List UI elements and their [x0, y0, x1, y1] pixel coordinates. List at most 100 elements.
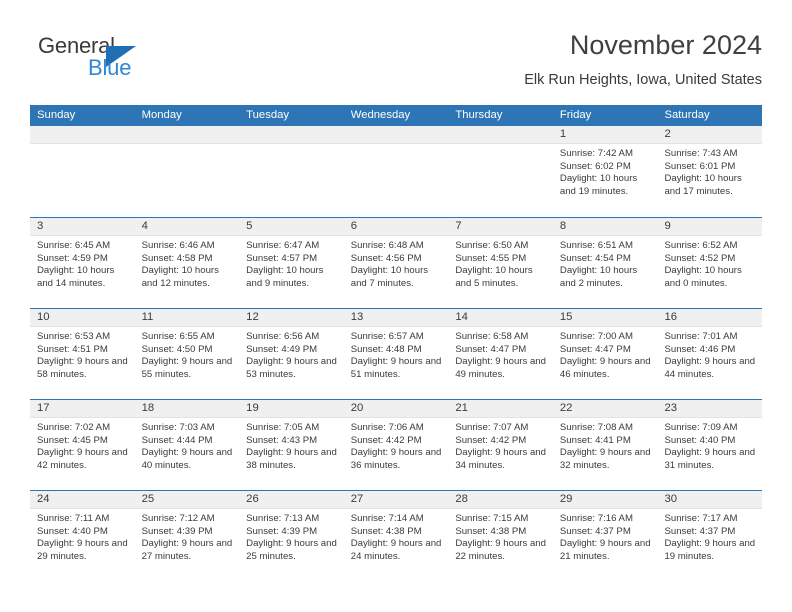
daylight-text: Daylight: 10 hours and 2 minutes. [559, 265, 638, 289]
sunset-text: Sunset: 4:38 PM [455, 525, 527, 537]
sunrise-text: Sunrise: 6:56 AM [246, 331, 320, 342]
day-sun-info: Sunrise: 7:43 AM Sunset: 6:01 PM Daylight:… [657, 144, 762, 198]
sunrise-text: Sunrise: 6:55 AM [141, 331, 215, 342]
calendar-day-cell[interactable]: 19 Sunrise: 7:05 AM Sunset: 4:43 PM Dayligh… [239, 400, 344, 490]
calendar-day-cell[interactable]: 6 Sunrise: 6:48 AM Sunset: 4:56 PM Daylight… [343, 218, 449, 308]
sunset-text: Sunset: 4:46 PM [664, 343, 736, 355]
day-number: 28 [455, 493, 468, 505]
day-number: 25 [141, 493, 155, 505]
day-number-band: 29 [552, 491, 658, 509]
calendar-day-cell[interactable]: 9 Sunrise: 6:52 AM Sunset: 4:52 PM Daylight… [657, 218, 763, 308]
calendar-day-cell[interactable]: 26 Sunrise: 7:13 AM Sunset: 4:39 PM Dayligh… [239, 491, 344, 581]
sunrise-text: Sunrise: 7:13 AM [246, 513, 320, 524]
day-sun-info: Sunrise: 7:01 AM Sunset: 4:46 PM Daylight:… [657, 327, 762, 381]
calendar-day-cell[interactable]: 8 Sunrise: 6:51 AM Sunset: 4:54 PM Daylight… [552, 218, 658, 308]
day-number-band: 27 [343, 491, 449, 509]
daylight-text: Daylight: 10 hours and 0 minutes. [664, 265, 742, 289]
day-number-band: 24 [30, 491, 135, 509]
day-sun-info: Sunrise: 7:05 AM Sunset: 4:43 PM Daylight:… [239, 418, 344, 472]
day-number-band: 5 [239, 218, 344, 236]
sunset-text: Sunset: 4:37 PM [664, 525, 736, 537]
calendar-page: General Blue November 2024 Elk Run Heigh… [0, 0, 792, 612]
day-number-band: 9 [657, 218, 763, 236]
day-number: 15 [559, 311, 573, 323]
sunset-text: Sunset: 4:47 PM [559, 343, 631, 355]
day-number: 24 [37, 493, 50, 505]
page-header: General Blue November 2024 Elk Run Heigh… [30, 28, 762, 98]
calendar-day-cell[interactable]: 12 Sunrise: 6:56 AM Sunset: 4:49 PM Dayligh… [239, 309, 344, 399]
sunset-text: Sunset: 4:48 PM [350, 343, 422, 355]
calendar-day-cell[interactable]: 25 Sunrise: 7:12 AM Sunset: 4:39 PM Dayligh… [134, 491, 240, 581]
calendar-day-cell[interactable]: 16 Sunrise: 7:01 AM Sunset: 4:46 PM Dayligh… [657, 309, 763, 399]
day-number: 2 [664, 128, 671, 140]
day-number: 5 [246, 220, 253, 232]
calendar-day-cell[interactable]: 30 Sunrise: 7:17 AM Sunset: 4:37 PM Dayligh… [657, 491, 763, 581]
sunrise-text: Sunrise: 7:16 AM [559, 513, 633, 524]
general-blue-logo: General Blue [30, 34, 250, 90]
calendar-day-cell[interactable]: 10 Sunrise: 6:53 AM Sunset: 4:51 PM Dayligh… [30, 309, 135, 399]
sunset-text: Sunset: 4:52 PM [664, 252, 736, 264]
calendar-day-cell[interactable]: 22 Sunrise: 7:08 AM Sunset: 4:41 PM Dayligh… [552, 400, 658, 490]
sunrise-text: Sunrise: 7:09 AM [664, 422, 738, 433]
calendar-day-cell[interactable]: 7 Sunrise: 6:50 AM Sunset: 4:55 PM Daylight… [448, 218, 553, 308]
daylight-text: Daylight: 9 hours and 53 minutes. [246, 356, 337, 380]
page-subtitle: Elk Run Heights, Iowa, United States [524, 72, 762, 88]
sunset-text: Sunset: 4:57 PM [246, 252, 318, 264]
calendar-week-row: 1 Sunrise: 7:42 AM Sunset: 6:02 PM Daylight… [30, 126, 763, 217]
sunrise-text: Sunrise: 6:53 AM [37, 331, 111, 342]
calendar-day-cell[interactable]: 5 Sunrise: 6:47 AM Sunset: 4:57 PM Daylight… [239, 218, 344, 308]
sunrise-text: Sunrise: 6:57 AM [350, 331, 424, 342]
calendar-day-cell[interactable]: 14 Sunrise: 6:58 AM Sunset: 4:47 PM Dayligh… [448, 309, 553, 399]
sunrise-text: Sunrise: 6:46 AM [141, 240, 215, 251]
sunset-text: Sunset: 4:39 PM [246, 525, 318, 537]
calendar-day-cell[interactable]: 11 Sunrise: 6:55 AM Sunset: 4:50 PM Dayligh… [134, 309, 240, 399]
day-number: 4 [141, 220, 148, 232]
calendar-day-cell[interactable]: 29 Sunrise: 7:16 AM Sunset: 4:37 PM Dayligh… [552, 491, 658, 581]
daylight-text: Daylight: 9 hours and 21 minutes. [559, 538, 651, 562]
sunset-text: Sunset: 4:37 PM [559, 525, 631, 537]
sunset-text: Sunset: 4:55 PM [455, 252, 527, 264]
day-number-band: 18 [134, 400, 240, 418]
day-sun-info: Sunrise: 7:03 AM Sunset: 4:44 PM Daylight:… [135, 418, 240, 472]
calendar-day-cell[interactable]: 24 Sunrise: 7:11 AM Sunset: 4:40 PM Dayligh… [30, 491, 135, 581]
weekday-header-saturday: Saturday [664, 109, 710, 121]
calendar-day-cell[interactable]: 18 Sunrise: 7:03 AM Sunset: 4:44 PM Dayligh… [134, 400, 240, 490]
calendar-day-cell[interactable]: 21 Sunrise: 7:07 AM Sunset: 4:42 PM Dayligh… [448, 400, 553, 490]
day-number: 29 [559, 493, 573, 505]
calendar-day-cell[interactable]: 3 Sunrise: 6:45 AM Sunset: 4:59 PM Daylight… [30, 218, 135, 308]
calendar-day-cell[interactable]: 1 Sunrise: 7:42 AM Sunset: 6:02 PM Daylight… [552, 126, 658, 217]
daylight-text: Daylight: 10 hours and 5 minutes. [455, 265, 533, 289]
day-number-band: 28 [448, 491, 553, 509]
day-number-band: 30 [657, 491, 763, 509]
daylight-text: Daylight: 9 hours and 22 minutes. [455, 538, 546, 562]
daylight-text: Daylight: 10 hours and 19 minutes. [559, 173, 638, 197]
sunrise-text: Sunrise: 7:03 AM [141, 422, 215, 433]
day-sun-info: Sunrise: 7:00 AM Sunset: 4:47 PM Daylight:… [553, 327, 658, 381]
calendar-day-cell[interactable]: 4 Sunrise: 6:46 AM Sunset: 4:58 PM Daylight… [134, 218, 240, 308]
calendar-day-cell[interactable]: 23 Sunrise: 7:09 AM Sunset: 4:40 PM Dayligh… [657, 400, 763, 490]
sunrise-text: Sunrise: 7:07 AM [455, 422, 529, 433]
day-number: 17 [37, 402, 50, 414]
calendar-day-cell[interactable]: 28 Sunrise: 7:15 AM Sunset: 4:38 PM Dayligh… [448, 491, 553, 581]
daylight-text: Daylight: 9 hours and 38 minutes. [246, 447, 337, 471]
day-number: 10 [37, 311, 50, 323]
calendar-day-cell-empty [343, 126, 449, 217]
daylight-text: Daylight: 10 hours and 12 minutes. [141, 265, 219, 289]
calendar-day-cell[interactable]: 2 Sunrise: 7:43 AM Sunset: 6:01 PM Daylight… [657, 126, 763, 217]
sunset-text: Sunset: 4:39 PM [141, 525, 213, 537]
sunset-text: Sunset: 4:56 PM [350, 252, 422, 264]
day-number-band [239, 126, 344, 144]
calendar-day-cell[interactable]: 15 Sunrise: 7:00 AM Sunset: 4:47 PM Dayligh… [552, 309, 658, 399]
calendar-day-cell[interactable]: 13 Sunrise: 6:57 AM Sunset: 4:48 PM Dayligh… [343, 309, 449, 399]
calendar-day-cell[interactable]: 17 Sunrise: 7:02 AM Sunset: 4:45 PM Dayligh… [30, 400, 135, 490]
sunrise-text: Sunrise: 7:42 AM [559, 148, 633, 159]
calendar-table: Sunday Monday Tuesday Wednesday Thursday Frid… [30, 105, 763, 581]
daylight-text: Daylight: 9 hours and 46 minutes. [559, 356, 651, 380]
sunset-text: Sunset: 4:40 PM [664, 434, 736, 446]
day-number-band: 20 [343, 400, 449, 418]
day-number: 23 [664, 402, 678, 414]
daylight-text: Daylight: 9 hours and 34 minutes. [455, 447, 546, 471]
day-number: 20 [350, 402, 364, 414]
calendar-day-cell[interactable]: 20 Sunrise: 7:06 AM Sunset: 4:42 PM Dayligh… [343, 400, 449, 490]
calendar-day-cell[interactable]: 27 Sunrise: 7:14 AM Sunset: 4:38 PM Dayligh… [343, 491, 449, 581]
